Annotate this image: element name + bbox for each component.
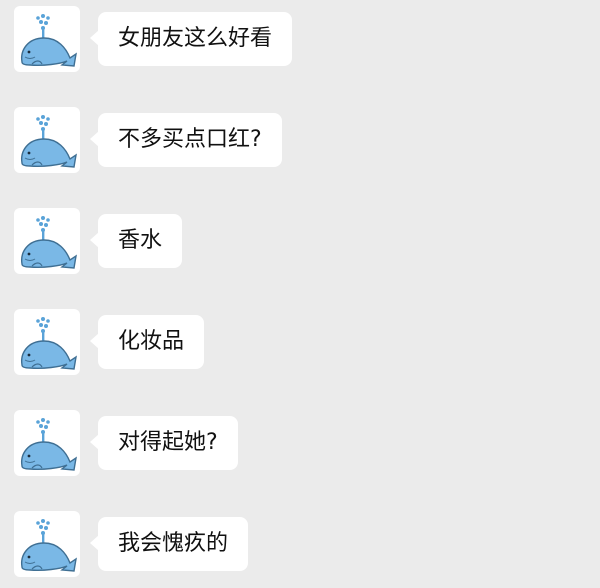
blue-whale-icon	[21, 14, 77, 67]
blue-whale-icon	[21, 317, 77, 370]
message-row: 香水	[0, 202, 600, 282]
message-bubble[interactable]: 对得起她?	[90, 416, 238, 470]
blue-whale-icon	[21, 519, 77, 572]
avatar[interactable]	[14, 208, 80, 274]
blue-whale-icon	[21, 418, 77, 471]
message-bubble[interactable]: 不多买点口红?	[90, 113, 282, 167]
message-bubble[interactable]: 化妆品	[89, 315, 205, 369]
message-row: 女朋友这么好看	[0, 0, 600, 80]
message-row: 对得起她?	[0, 404, 600, 484]
avatar[interactable]	[14, 6, 80, 72]
avatar[interactable]	[14, 410, 80, 476]
message-bubble[interactable]: 女朋友这么好看	[89, 12, 293, 66]
blue-whale-icon	[21, 115, 77, 168]
avatar[interactable]	[14, 107, 80, 173]
message-row: 我会愧疚的	[0, 505, 600, 585]
message-row: 化妆品	[0, 303, 600, 383]
avatar[interactable]	[14, 511, 80, 577]
chat-message-list[interactable]: 女朋友这么好看 不多买点口红? 香水 化妆品 对得起她? 我会愧疚的	[0, 0, 600, 588]
message-bubble[interactable]: 香水	[89, 214, 183, 268]
avatar[interactable]	[14, 309, 80, 375]
blue-whale-icon	[21, 216, 77, 269]
message-bubble[interactable]: 我会愧疚的	[89, 517, 249, 571]
message-row: 不多买点口红?	[0, 101, 600, 181]
